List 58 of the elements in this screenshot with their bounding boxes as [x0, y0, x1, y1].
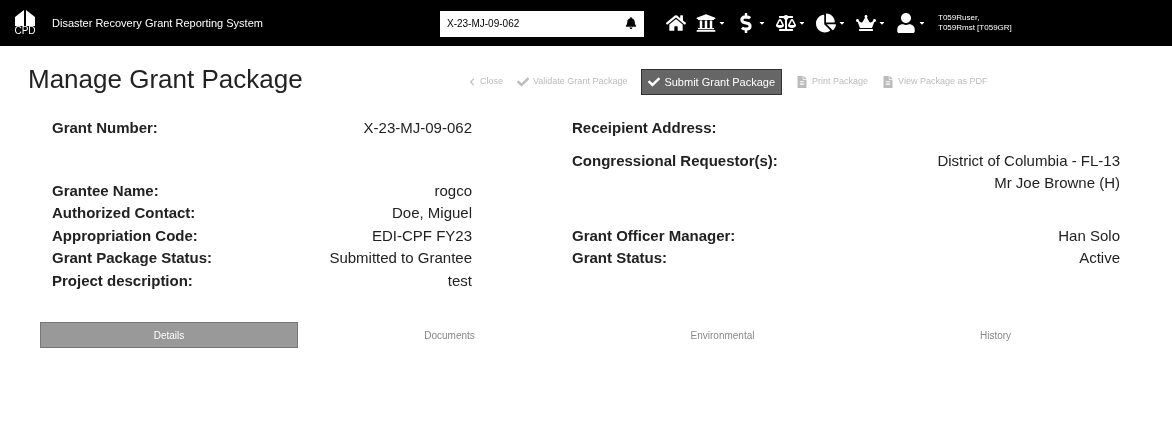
field-value: District of Columbia - FL-13 Mr Joe Browne (H)	[936, 150, 1120, 193]
field-value: Doe, Miguel	[391, 203, 472, 223]
field-label: Grantee Name:	[52, 180, 159, 201]
pie-chart-icon	[816, 13, 836, 33]
caret-icon	[718, 19, 726, 27]
caret-icon	[878, 19, 886, 27]
crown-icon	[856, 13, 876, 33]
caret-icon	[758, 19, 766, 27]
tab[interactable]: Details	[40, 322, 298, 348]
tab[interactable]: Documents	[313, 322, 586, 348]
page-title: Manage Grant Package	[28, 63, 304, 96]
tab[interactable]: Environmental	[586, 322, 859, 348]
pie-chart-menu[interactable]	[816, 13, 846, 33]
tab[interactable]: History	[859, 322, 1132, 348]
app-title: Disaster Recovery Grant Reporting System	[52, 15, 264, 31]
user-menu[interactable]	[896, 13, 926, 33]
user-icon	[896, 13, 916, 33]
bank-menu[interactable]	[696, 13, 726, 33]
back-icon	[468, 77, 476, 86]
search-field[interactable]: X-23-MJ-09-062	[440, 10, 644, 37]
caret-icon	[798, 19, 806, 27]
document-icon	[882, 75, 895, 88]
scale-menu[interactable]	[776, 13, 806, 33]
home-icon	[666, 13, 686, 33]
field-label: Project description:	[52, 270, 193, 291]
field-label: Receipient Address:	[572, 118, 717, 138]
toolbar-button[interactable]: Submit Grant Package	[641, 68, 783, 95]
check-icon	[517, 75, 529, 88]
scale-icon	[776, 13, 796, 33]
toolbar-button[interactable]: View Package as PDF	[882, 75, 988, 89]
field-label: Grant Officer Manager:	[572, 225, 736, 246]
field-label: Grant Status:	[572, 248, 667, 268]
field-value: Submitted to Grantee	[329, 248, 472, 268]
house-logo-icon	[14, 10, 36, 26]
field-value: Active	[1078, 248, 1120, 268]
field-label: Grant Number:	[52, 118, 158, 138]
field-value: test	[447, 270, 472, 291]
user-name: T059Ruser, T059Rmst [T059GR]	[938, 13, 1013, 33]
field-value: rogco	[434, 180, 472, 201]
home-menu[interactable]	[666, 13, 686, 33]
bank-icon	[696, 13, 716, 33]
field-value: EDI-CPF FY23	[371, 225, 472, 246]
bell-icon	[625, 17, 637, 29]
toolbar-button[interactable]: Validate Grant Package	[517, 75, 628, 89]
crown-menu[interactable]	[856, 13, 886, 33]
caret-icon	[918, 19, 926, 27]
field-value: X-23-MJ-09-062	[363, 118, 472, 138]
toolbar-button[interactable]: Print Package	[796, 75, 869, 89]
field-label: Congressional Requestor(s):	[572, 150, 778, 171]
document-icon	[796, 75, 809, 88]
field-value: Han Solo	[1057, 225, 1120, 246]
toolbar-button[interactable]: Close	[468, 75, 503, 89]
field-label: Appropriation Code:	[52, 225, 198, 246]
field-label: Authorized Contact:	[52, 203, 196, 223]
field-label: Grant Package Status:	[52, 248, 213, 268]
logo-text: CPD	[14, 26, 36, 36]
check-icon	[648, 75, 661, 88]
caret-icon	[838, 19, 846, 27]
